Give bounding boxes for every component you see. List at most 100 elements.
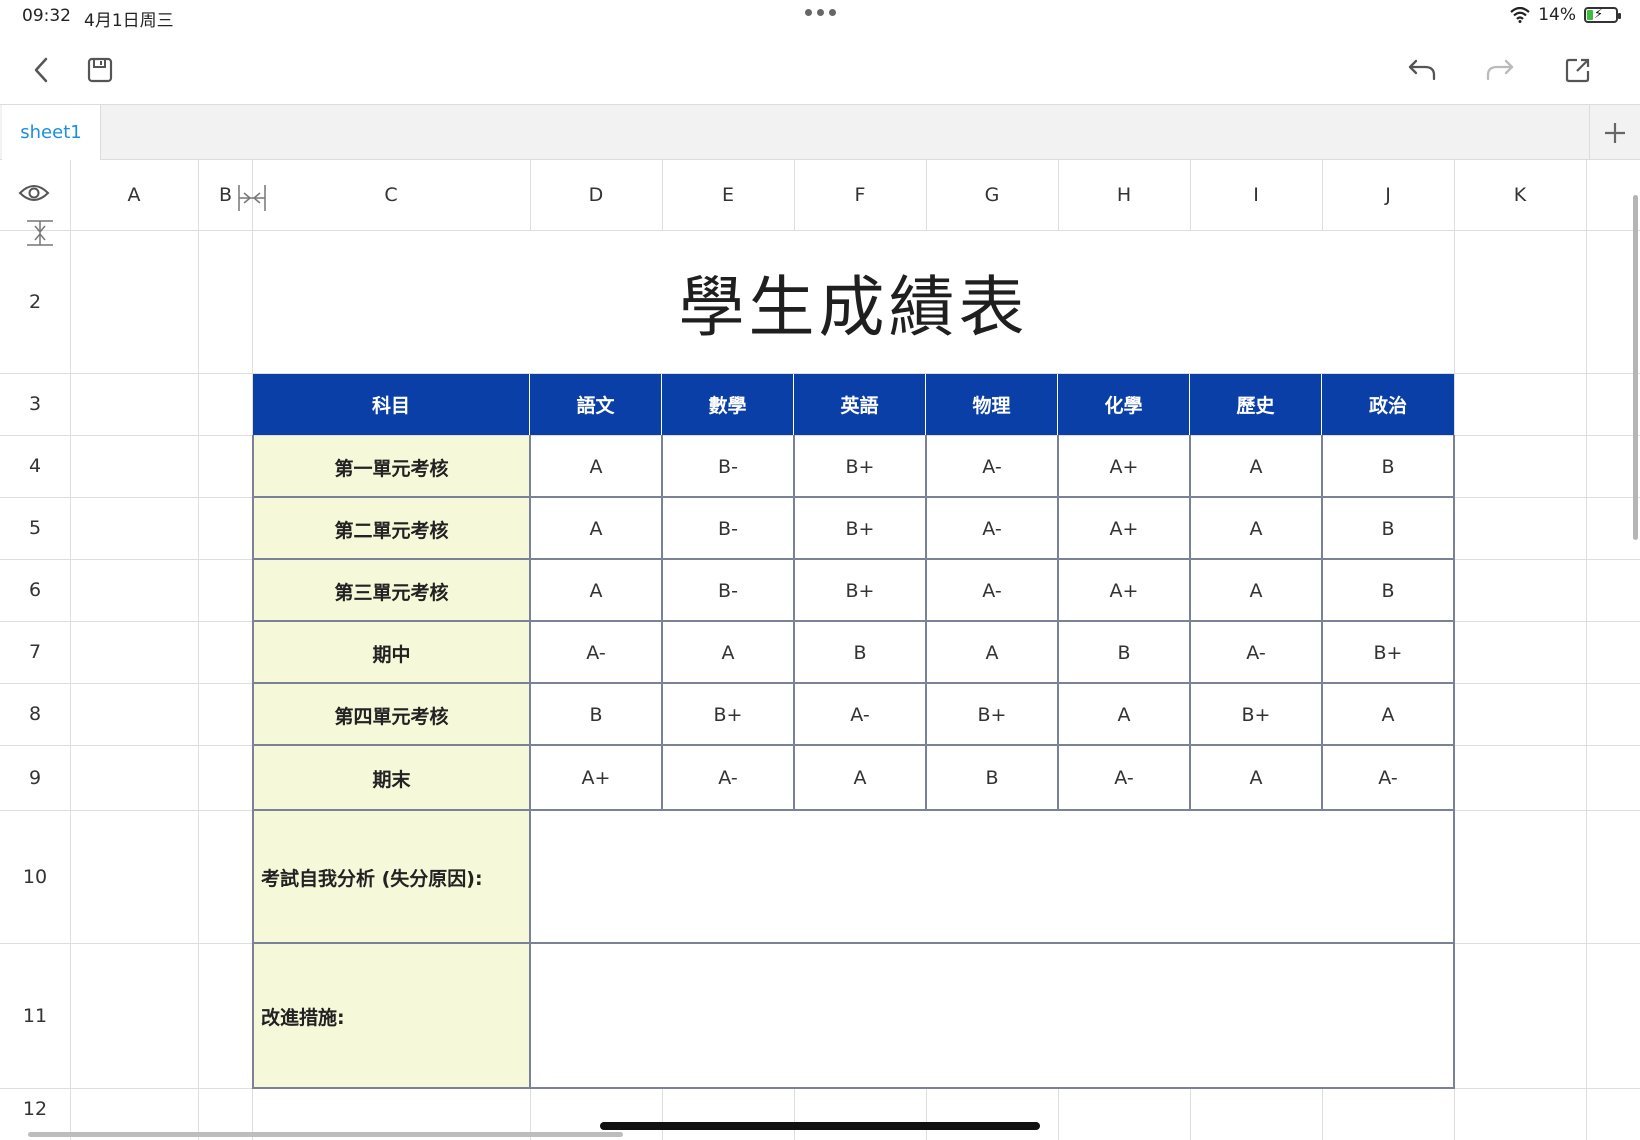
grade-cell[interactable]: B	[1322, 436, 1454, 497]
improve-input[interactable]	[531, 944, 1454, 1088]
save-button[interactable]	[78, 48, 122, 92]
redo-icon	[1486, 59, 1514, 81]
record-label[interactable]: 第四單元考核	[253, 684, 530, 746]
grade-cell[interactable]: B+	[794, 436, 926, 497]
grade-cell[interactable]: A-	[926, 560, 1058, 621]
grade-cell[interactable]: A	[926, 622, 1058, 683]
grade-cell[interactable]: A	[1190, 498, 1322, 559]
header-politics[interactable]: 政治	[1322, 374, 1454, 435]
record-label[interactable]: 期中	[253, 622, 530, 684]
grade-cell[interactable]: B-	[662, 436, 794, 497]
home-indicator[interactable]	[600, 1122, 1040, 1130]
row-header-5[interactable]: 5	[0, 497, 70, 559]
row-header-3[interactable]: 3	[0, 373, 70, 435]
grade-cell[interactable]: A	[530, 560, 662, 621]
spreadsheet-grid[interactable]: A B C D E F G H I J K 2 3 4 5 6 7 8 9 10…	[0, 160, 1640, 1140]
analysis-label[interactable]: 考試自我分析 (失分原因):	[253, 811, 530, 944]
grade-cell[interactable]: A	[1190, 436, 1322, 497]
grade-cell[interactable]: A-	[530, 622, 662, 683]
col-header-j[interactable]: J	[1322, 160, 1454, 230]
col-header-d[interactable]: D	[530, 160, 662, 230]
col-header-b[interactable]: B	[198, 160, 252, 230]
grade-cell[interactable]: B+	[926, 684, 1058, 745]
header-physics[interactable]: 物理	[926, 374, 1058, 435]
grade-cell[interactable]: A-	[794, 684, 926, 745]
row-header-9[interactable]: 9	[0, 745, 70, 810]
row-header-8[interactable]: 8	[0, 683, 70, 745]
header-math[interactable]: 數學	[662, 374, 794, 435]
grade-cell[interactable]: A	[530, 436, 662, 497]
redo-button[interactable]	[1478, 48, 1522, 92]
grade-cell[interactable]: A-	[926, 498, 1058, 559]
tab-sheet1[interactable]: sheet1	[2, 105, 101, 160]
grade-cell[interactable]: B	[1058, 622, 1190, 683]
grade-cell[interactable]: A-	[1190, 622, 1322, 683]
grade-cell[interactable]: A	[1322, 684, 1454, 745]
col-header-k[interactable]: K	[1454, 160, 1586, 230]
vertical-scrollbar[interactable]	[1633, 195, 1638, 540]
grade-cell[interactable]: A+	[530, 746, 662, 810]
horizontal-scrollbar[interactable]	[28, 1132, 623, 1137]
grade-cell[interactable]: B-	[662, 560, 794, 621]
record-label[interactable]: 第一單元考核	[253, 436, 530, 498]
analysis-input[interactable]	[531, 811, 1454, 943]
header-chinese[interactable]: 語文	[530, 374, 662, 435]
grade-cell[interactable]: A	[530, 498, 662, 559]
grade-cell[interactable]: B+	[794, 498, 926, 559]
grade-cell[interactable]: B+	[794, 560, 926, 621]
grade-cell[interactable]: B	[794, 622, 926, 683]
grade-cell[interactable]: A-	[662, 746, 794, 810]
record-label[interactable]: 期末	[253, 746, 530, 810]
grade-cell[interactable]: A	[1190, 560, 1322, 621]
grade-cell[interactable]: A-	[926, 436, 1058, 497]
col-header-h[interactable]: H	[1058, 160, 1190, 230]
row-header-6[interactable]: 6	[0, 559, 70, 621]
share-button[interactable]	[1556, 48, 1600, 92]
col-header-i[interactable]: I	[1190, 160, 1322, 230]
grade-cell[interactable]: B+	[1190, 684, 1322, 745]
visibility-toggle[interactable]	[18, 182, 50, 208]
battery-icon: ⚡	[1584, 7, 1621, 23]
col-header-g[interactable]: G	[926, 160, 1058, 230]
col-header-e[interactable]: E	[662, 160, 794, 230]
grade-cell[interactable]: B	[1322, 498, 1454, 559]
grade-cell[interactable]: B	[530, 684, 662, 745]
row-header-11[interactable]: 11	[0, 943, 70, 1088]
header-history[interactable]: 歷史	[1190, 374, 1322, 435]
grade-cell[interactable]: A	[794, 746, 926, 810]
col-header-f[interactable]: F	[794, 160, 926, 230]
col-header-c[interactable]: C	[252, 160, 530, 230]
grade-cell[interactable]: A+	[1058, 560, 1190, 621]
col-header-a[interactable]: A	[70, 160, 198, 230]
grade-cell[interactable]: B+	[1322, 622, 1454, 683]
improve-label[interactable]: 改進措施:	[253, 944, 530, 1088]
record-label[interactable]: 第二單元考核	[253, 498, 530, 560]
status-date: 4月1日周三	[84, 11, 174, 31]
grade-cell[interactable]: B-	[662, 498, 794, 559]
row-header-2[interactable]: 2	[0, 230, 70, 373]
grade-cell[interactable]: B+	[662, 684, 794, 745]
header-subject[interactable]: 科目	[253, 374, 530, 435]
grade-cell[interactable]: A+	[1058, 498, 1190, 559]
grade-cell[interactable]: A	[1190, 746, 1322, 810]
record-label[interactable]: 第三單元考核	[253, 560, 530, 622]
back-button[interactable]	[20, 48, 64, 92]
grade-cell[interactable]: A	[1058, 684, 1190, 745]
grade-cell[interactable]: A-	[1322, 746, 1454, 810]
add-sheet-button[interactable]	[1589, 105, 1640, 160]
chevron-left-icon	[34, 57, 48, 83]
row-header-4[interactable]: 4	[0, 435, 70, 497]
grade-cell[interactable]: A	[662, 622, 794, 683]
row-header-7[interactable]: 7	[0, 621, 70, 683]
status-right: 14% ⚡	[1510, 5, 1621, 25]
grade-cell[interactable]: A+	[1058, 436, 1190, 497]
sheet-title[interactable]: 學生成績表	[253, 231, 1454, 373]
undo-button[interactable]	[1400, 48, 1444, 92]
multitask-dots[interactable]	[805, 9, 836, 16]
grade-cell[interactable]: A-	[1058, 746, 1190, 810]
header-chemistry[interactable]: 化學	[1058, 374, 1190, 435]
row-header-10[interactable]: 10	[0, 810, 70, 943]
grade-cell[interactable]: B	[1322, 560, 1454, 621]
grade-cell[interactable]: B	[926, 746, 1058, 810]
header-english[interactable]: 英語	[794, 374, 926, 435]
